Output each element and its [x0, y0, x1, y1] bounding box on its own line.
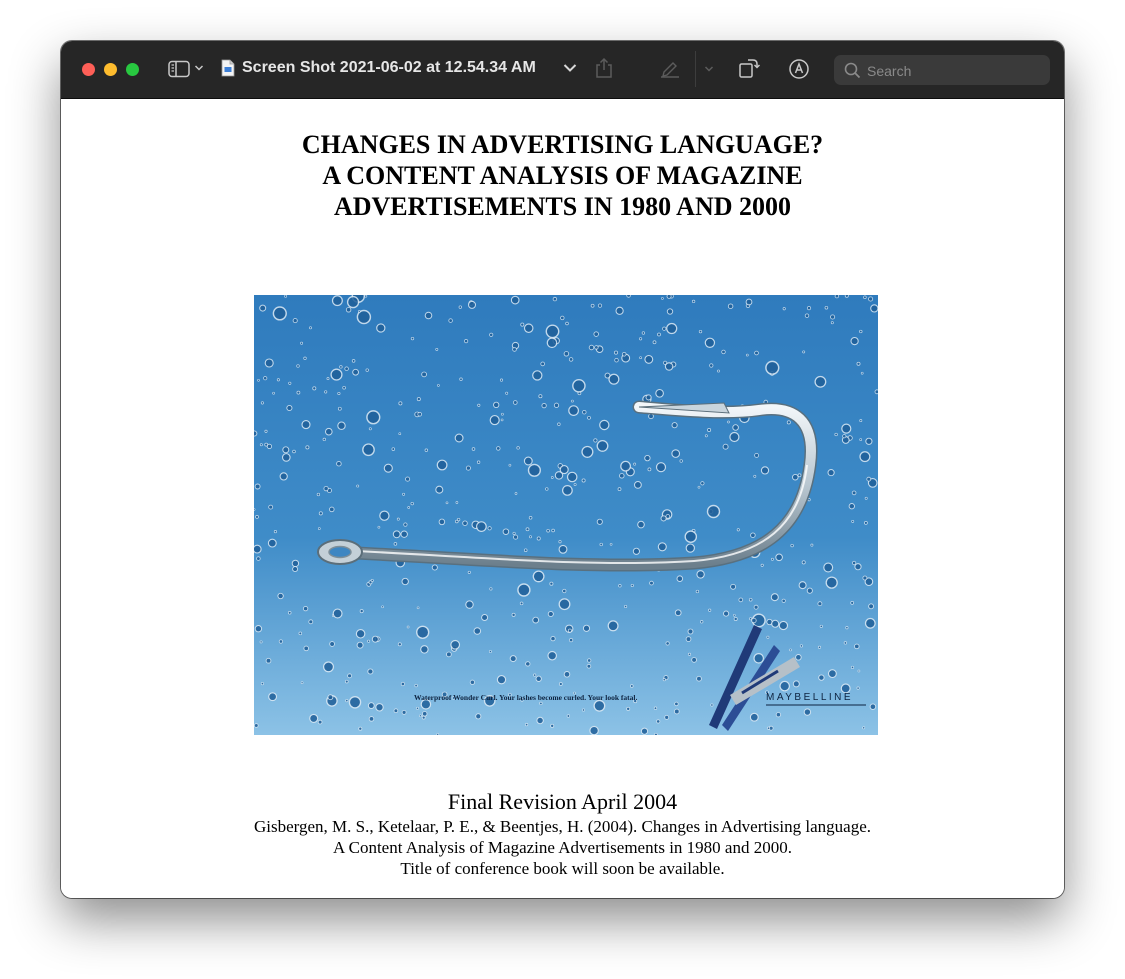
zoom-button[interactable]	[126, 63, 139, 76]
title-bar: Screen Shot 2021-06-02 at 12.54.34 AM Se…	[61, 41, 1064, 99]
toolbar-divider	[695, 51, 696, 87]
close-button[interactable]	[82, 63, 95, 76]
paper-title-line: CHANGES IN ADVERTISING LANGUAGE?	[301, 130, 824, 159]
rotate-icon[interactable]	[738, 57, 760, 79]
document-page: CHANGES IN ADVERTISING LANGUAGE? A CONTE…	[61, 99, 1064, 898]
paper-title-line: A CONTENT ANALYSIS OF MAGAZINE	[322, 161, 803, 190]
search-icon	[844, 62, 861, 84]
citation-line: Gisbergen, M. S., Ketelaar, P. E., & Bee…	[253, 817, 872, 836]
ad-tagline: Waterproof Wonder Curl. Your lashes beco…	[414, 693, 637, 702]
search-placeholder: Search	[867, 63, 912, 79]
sidebar-icon[interactable]	[168, 60, 190, 78]
paper-title: CHANGES IN ADVERTISING LANGUAGE? A CONTE…	[61, 129, 1064, 222]
citation-line: Title of conference book will soon be av…	[400, 859, 725, 878]
title-chevron-down-icon[interactable]	[563, 63, 577, 73]
chevron-down-icon[interactable]	[194, 64, 204, 72]
window-title[interactable]: Screen Shot 2021-06-02 at 12.54.34 AM	[242, 59, 536, 77]
ad-brand-logo: MAYBELLINE	[766, 692, 853, 703]
revision-date: Final Revision April 2004	[447, 789, 678, 814]
document-icon	[221, 59, 235, 77]
preview-window: Screen Shot 2021-06-02 at 12.54.34 AM Se…	[61, 41, 1064, 898]
annotate-icon[interactable]	[788, 58, 810, 80]
maybelline-ad-image: Waterproof Wonder Curl. Your lashes beco…	[254, 295, 878, 735]
markup-pen-icon[interactable]	[659, 58, 681, 78]
share-icon[interactable]	[595, 57, 613, 79]
citation: Gisbergen, M. S., Ketelaar, P. E., & Bee…	[61, 816, 1064, 879]
citation-line: A Content Analysis of Magazine Advertise…	[333, 838, 792, 857]
search-field[interactable]: Search	[834, 55, 1050, 85]
paper-title-line: ADVERTISEMENTS IN 1980 AND 2000	[333, 192, 792, 221]
minimize-button[interactable]	[104, 63, 117, 76]
markup-chevron-down-icon[interactable]	[704, 65, 714, 73]
